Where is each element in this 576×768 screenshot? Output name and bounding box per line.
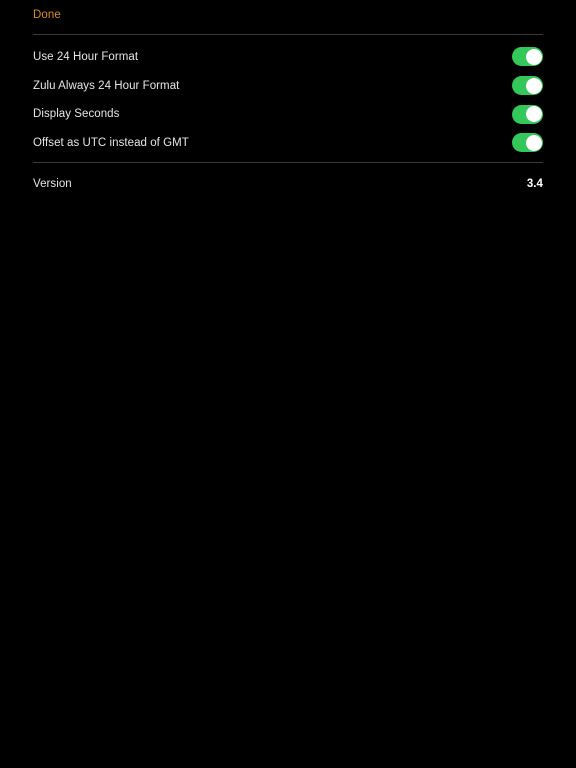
toggle-zulu-always-24-hour-format[interactable] [512,76,543,96]
navigation-bar: Done [0,0,576,34]
toggle-display-seconds[interactable] [512,104,543,124]
settings-row-label: Use 24 Hour Format [33,50,139,63]
toggle-use-24-hour-format[interactable] [512,47,543,67]
version-value: 3.4 [526,178,543,191]
settings-row-label: Offset as UTC instead of GMT [33,136,189,149]
done-button[interactable]: Done [33,8,61,22]
settings-row-version: Version 3.4 [33,170,543,199]
toggle-knob-icon [525,48,542,65]
toggle-knob-icon [525,77,542,94]
toggle-offset-as-utc-instead-of-gmt[interactable] [512,133,543,153]
settings-row-label: Zulu Always 24 Hour Format [33,79,180,92]
table-divider-bottom [33,162,543,163]
settings-row-offset-as-utc-instead-of-gmt[interactable]: Offset as UTC instead of GMT [33,129,543,158]
settings-row-use-24-hour-format[interactable]: Use 24 Hour Format [33,43,543,72]
table-divider-top [33,34,543,35]
settings-row-label: Display Seconds [33,108,120,121]
settings-row-zulu-always-24-hour-format[interactable]: Zulu Always 24 Hour Format [33,71,543,100]
toggle-knob-icon [525,134,542,151]
settings-row-display-seconds[interactable]: Display Seconds [33,100,543,129]
toggle-knob-icon [525,106,542,123]
version-label: Version [33,178,72,191]
settings-screen: Done Use 24 Hour Format Zulu Always 24 H… [0,0,576,768]
